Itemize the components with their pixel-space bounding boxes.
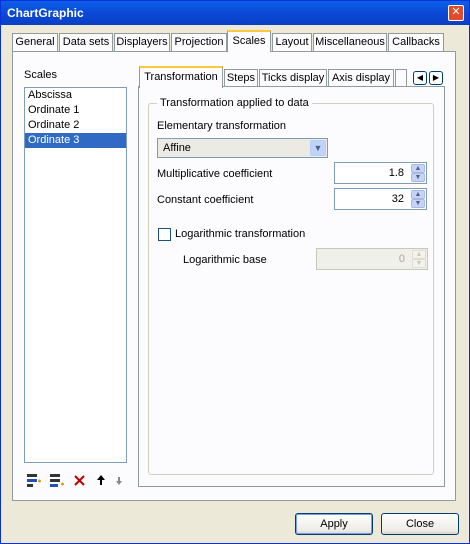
spin-down-icon[interactable]: ▼	[411, 199, 425, 208]
scales-label: Scales	[24, 69, 58, 81]
spinner-value: 0	[398, 253, 405, 265]
tab-displayers[interactable]: Displayers	[114, 33, 170, 51]
tab-scroll-right-icon[interactable]: ▶	[429, 71, 443, 85]
close-button[interactable]: Close	[381, 513, 459, 535]
tab-general[interactable]: General	[12, 33, 58, 51]
move-up-icon[interactable]	[93, 472, 109, 488]
title-bar[interactable]: ChartGraphic ✕	[1, 1, 469, 25]
constant-coefficient-label: Constant coefficient	[157, 194, 254, 206]
list-item[interactable]: Ordinate 2	[25, 118, 126, 133]
spin-down-icon: ▼	[412, 259, 426, 268]
tab-scroll-left-icon[interactable]: ◀	[413, 71, 427, 85]
list-item[interactable]: Ordinate 1	[25, 103, 126, 118]
multiplicative-coefficient-label: Multiplicative coefficient	[157, 168, 273, 180]
list-item-selected[interactable]: Ordinate 3	[25, 133, 126, 148]
select-value: Affine	[163, 142, 191, 154]
spin-down-icon[interactable]: ▼	[411, 173, 425, 182]
window-title: ChartGraphic	[7, 6, 84, 20]
spinner-value: 32	[391, 193, 404, 205]
chevron-down-icon[interactable]: ▼	[310, 140, 326, 156]
spin-up-icon[interactable]: ▲	[411, 190, 425, 199]
tab-data-sets[interactable]: Data sets	[59, 33, 113, 51]
elementary-transformation-label: Elementary transformation	[157, 120, 286, 132]
logarithmic-base-spinner[interactable]: 0 ▲ ▼	[316, 248, 428, 270]
tab-callbacks[interactable]: Callbacks	[388, 33, 444, 51]
transformation-groupbox	[148, 103, 434, 475]
spin-up-icon[interactable]: ▲	[411, 164, 425, 173]
tab-transformation[interactable]: Transformation	[139, 66, 223, 88]
logarithmic-base-label: Logarithmic base	[183, 254, 267, 266]
spinner-value: 1.8	[388, 167, 404, 179]
group-title: Transformation applied to data	[157, 97, 312, 109]
tab-projection[interactable]: Projection	[171, 33, 227, 51]
move-down-icon[interactable]	[111, 472, 127, 488]
tab-miscellaneous[interactable]: Miscellaneous	[313, 33, 387, 51]
elementary-transformation-select[interactable]: Affine ▼	[157, 138, 328, 158]
close-window-button[interactable]: ✕	[448, 5, 464, 21]
add-scale-icon[interactable]	[26, 472, 42, 488]
logarithmic-transformation-label[interactable]: Logarithmic transformation	[175, 228, 305, 240]
tab-scales[interactable]: Scales	[227, 30, 271, 52]
scales-listbox[interactable]: Abscissa Ordinate 1 Ordinate 2 Ordinate …	[24, 87, 127, 463]
multiplicative-coefficient-spinner[interactable]: 1.8 ▲ ▼	[334, 162, 427, 184]
spin-up-icon: ▲	[412, 250, 426, 259]
tab-layout[interactable]: Layout	[272, 33, 312, 51]
add-scale-copy-icon[interactable]	[49, 472, 65, 488]
delete-icon[interactable]	[72, 472, 88, 488]
constant-coefficient-spinner[interactable]: 32 ▲ ▼	[334, 188, 427, 210]
apply-button[interactable]: Apply	[295, 513, 373, 535]
logarithmic-transformation-checkbox[interactable]	[158, 228, 171, 241]
list-item[interactable]: Abscissa	[25, 88, 126, 103]
